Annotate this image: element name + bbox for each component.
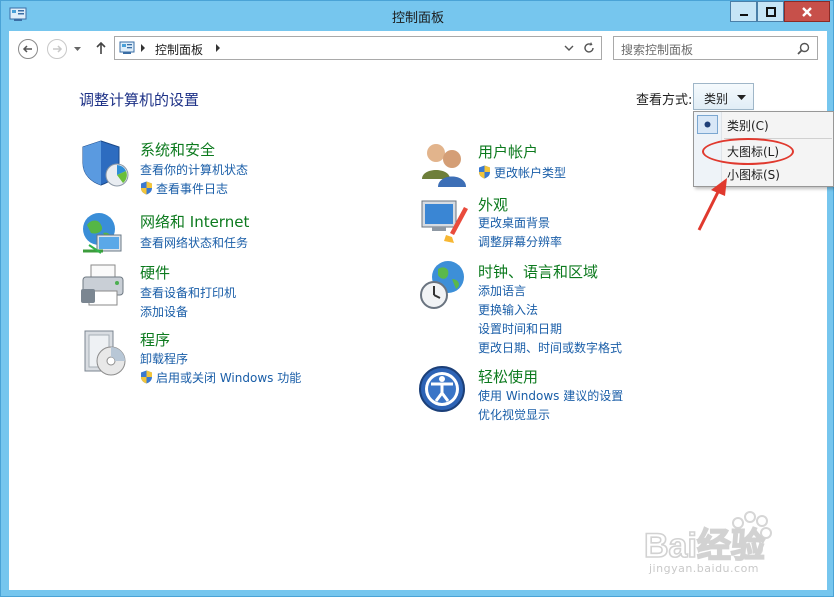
category-link-with-shield[interactable]: 启用或关闭 Windows 功能: [140, 369, 301, 386]
forward-button[interactable]: [47, 39, 67, 59]
category-user-accounts: 用户帐户 更改帐户类型: [418, 139, 678, 191]
category-link-text: 启用或关闭 Windows 功能: [156, 371, 302, 385]
breadcrumb-chevron-right-icon[interactable]: [215, 44, 221, 52]
category-ease-of-access: 轻松使用 使用 Windows 建议的设置 优化视觉显示: [418, 365, 678, 423]
maximize-button[interactable]: [757, 1, 784, 22]
window-title: 控制面板: [391, 11, 444, 26]
category-appearance: 外观 更改桌面背景 调整屏幕分辨率: [418, 193, 678, 251]
up-arrow-icon[interactable]: [95, 41, 107, 55]
refresh-icon[interactable]: [582, 41, 596, 55]
search-box[interactable]: 搜索控制面板: [613, 36, 818, 60]
maximize-icon: [765, 6, 776, 17]
category-link[interactable]: 更改桌面背景: [478, 214, 550, 231]
category-link[interactable]: 卸载程序: [140, 350, 188, 367]
category-title[interactable]: 用户帐户: [478, 141, 538, 162]
category-link-with-shield[interactable]: 查看事件日志: [140, 180, 228, 197]
window-frame: 控制面板 控制面板 搜索控制面板 调整计算机的设置 查看方式: 类别 系统和安全…: [0, 0, 834, 597]
back-arrow-icon: [22, 45, 32, 53]
category-programs: 程序 卸载程序 启用或关闭 Windows 功能: [79, 327, 339, 387]
category-link[interactable]: 使用 Windows 建议的设置: [478, 387, 623, 404]
category-network-internet: 网络和 Internet 查看网络状态和任务: [79, 209, 339, 261]
address-history-chevron-down-icon[interactable]: [564, 45, 574, 52]
category-link[interactable]: 添加设备: [140, 303, 188, 320]
menu-item-label: 类别(C): [727, 119, 769, 133]
address-bar[interactable]: 控制面板: [114, 36, 602, 60]
category-title[interactable]: 时钟、语言和区域: [478, 261, 598, 282]
category-link-text: 更改帐户类型: [494, 166, 567, 180]
annotation-arrow-icon: [697, 178, 727, 231]
title-bar: 控制面板: [1, 1, 834, 31]
category-link-with-shield[interactable]: 更改帐户类型: [478, 164, 566, 181]
category-link[interactable]: 设置时间和日期: [478, 320, 562, 337]
chevron-down-icon: [737, 95, 746, 100]
category-link[interactable]: 更改日期、时间或数字格式: [478, 339, 622, 356]
radio-selected-icon: [697, 115, 718, 134]
minimize-button[interactable]: [730, 1, 757, 22]
close-button[interactable]: [784, 1, 830, 22]
printer-icon[interactable]: [79, 259, 131, 311]
search-placeholder: 搜索控制面板: [621, 43, 694, 57]
clock-globe-icon[interactable]: [418, 259, 470, 311]
category-link[interactable]: 更换输入法: [478, 301, 538, 318]
shield-icon[interactable]: [79, 137, 131, 189]
category-link[interactable]: 添加语言: [478, 282, 526, 299]
category-hardware: 硬件 查看设备和打印机 添加设备: [79, 259, 339, 319]
back-button[interactable]: [18, 39, 38, 59]
users-icon[interactable]: [418, 139, 470, 191]
close-icon: [802, 6, 812, 17]
category-title[interactable]: 轻松使用: [478, 366, 538, 387]
uac-shield-icon: [479, 165, 490, 179]
watermark-url: jingyan.baidu.com: [649, 562, 760, 575]
category-title[interactable]: 系统和安全: [140, 139, 215, 160]
search-icon[interactable]: [797, 42, 810, 55]
category-system-security: 系统和安全 查看你的计算机状态 查看事件日志: [79, 137, 339, 197]
category-title[interactable]: 硬件: [140, 262, 170, 283]
category-link[interactable]: 查看设备和打印机: [140, 284, 236, 301]
category-link[interactable]: 调整屏幕分辨率: [478, 233, 562, 250]
category-title[interactable]: 程序: [140, 329, 170, 350]
category-link[interactable]: 查看网络状态和任务: [140, 234, 248, 251]
uac-shield-icon: [141, 181, 152, 195]
category-link[interactable]: 查看你的计算机状态: [140, 161, 248, 178]
globe-network-icon[interactable]: [79, 209, 131, 261]
view-by-dropdown[interactable]: 类别: [693, 83, 754, 110]
appearance-icon[interactable]: [418, 193, 470, 245]
forward-arrow-icon: [53, 45, 63, 53]
breadcrumb-chevron-right-icon[interactable]: [140, 44, 146, 52]
category-title[interactable]: 外观: [478, 194, 508, 215]
annotation-highlight-ellipse: [702, 138, 794, 165]
category-link-text: 查看事件日志: [156, 182, 229, 196]
recent-locations-chevron-down-icon[interactable]: [73, 46, 82, 52]
navigation-bar: 控制面板 搜索控制面板: [9, 31, 827, 65]
category-clock-language-region: 时钟、语言和区域 添加语言 更换输入法 设置时间和日期 更改日期、时间或数字格式: [418, 259, 718, 359]
category-title[interactable]: 网络和 Internet: [140, 211, 249, 232]
category-link[interactable]: 优化视觉显示: [478, 406, 550, 423]
watermark-brand-text: Bai经验: [644, 526, 765, 565]
menu-item-category[interactable]: 类别(C): [694, 113, 833, 136]
control-panel-client: 控制面板 搜索控制面板 调整计算机的设置 查看方式: 类别 系统和安全 查看你的…: [9, 31, 834, 590]
page-heading: 调整计算机的设置: [79, 91, 200, 109]
view-by-value: 类别: [704, 92, 729, 106]
ease-of-access-icon[interactable]: [418, 365, 470, 417]
uac-shield-icon: [141, 370, 152, 384]
minimize-icon: [739, 13, 748, 16]
breadcrumb-control-panel[interactable]: 控制面板: [155, 41, 203, 58]
control-panel-location-icon: [119, 41, 135, 54]
program-disc-icon[interactable]: [79, 327, 131, 379]
view-by-label: 查看方式:: [636, 93, 693, 108]
